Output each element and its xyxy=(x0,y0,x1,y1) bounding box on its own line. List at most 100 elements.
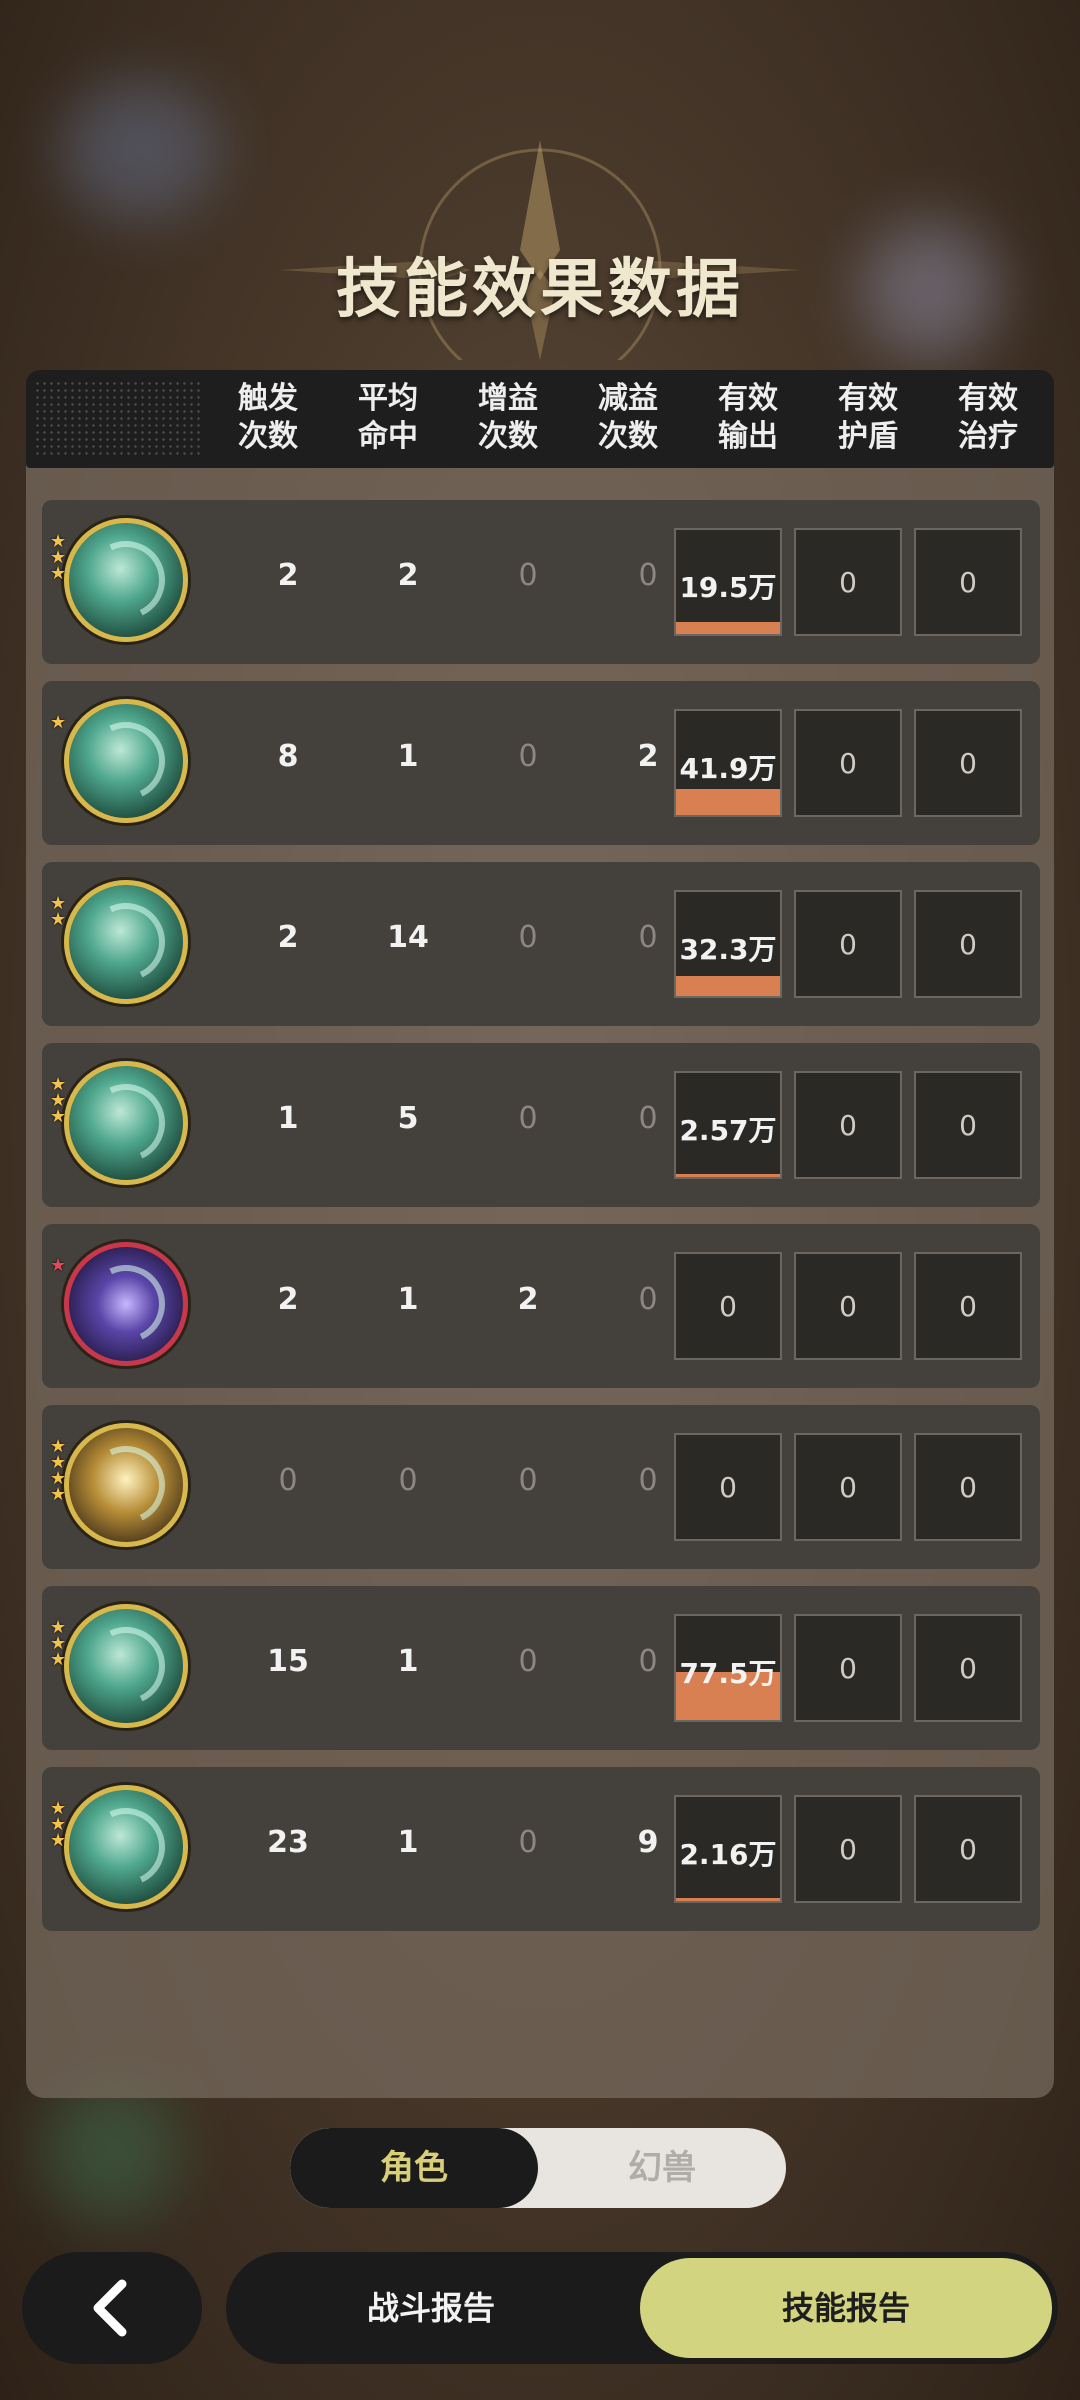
effective-output-value: 2.57万 xyxy=(679,1114,777,1147)
effective-shield-box: 0 xyxy=(794,1795,902,1903)
effective-heal-box: 0 xyxy=(914,1795,1022,1903)
toggle-role[interactable]: 角色 xyxy=(290,2128,538,2208)
buff-count-value: 2 xyxy=(517,1282,539,1317)
trigger-count-value: 15 xyxy=(267,1644,309,1679)
skill-stars: ★ ★ ★ xyxy=(50,1076,72,1127)
output-bar xyxy=(676,789,780,815)
effective-output-box: 32.3万 xyxy=(674,890,782,998)
tab-battle-report[interactable]: 战斗报告 xyxy=(226,2252,636,2364)
table-row: ★ ★ ★ ★ 0 0 0 0 0 0 0 xyxy=(42,1405,1040,1569)
tab-skill-report[interactable]: 技能报告 xyxy=(640,2258,1052,2358)
average-hit-value: 0 xyxy=(398,1463,418,1498)
trigger-count-value: 23 xyxy=(267,1825,309,1860)
average-hit-value: 1 xyxy=(397,739,419,774)
arcane-clock-skill-icon[interactable] xyxy=(64,1242,188,1366)
icon-art xyxy=(76,1254,176,1354)
wind-orb-skill-icon[interactable] xyxy=(64,1061,188,1185)
effective-shield-value: 0 xyxy=(839,1471,857,1504)
buff-count-value: 0 xyxy=(518,920,538,955)
background-blur xyxy=(40,2080,180,2220)
table-row: ★ ★ ★ 1 5 0 0 2.57万 0 0 xyxy=(42,1043,1040,1207)
effective-output-value: 2.16万 xyxy=(679,1838,777,1871)
icon-art xyxy=(76,1797,176,1897)
star-icon: ★ xyxy=(50,1830,67,1851)
effective-output-box: 2.57万 xyxy=(674,1071,782,1179)
effective-heal-box: 0 xyxy=(914,1433,1022,1541)
effective-output-box: 0 xyxy=(674,1252,782,1360)
effective-shield-value: 0 xyxy=(839,1109,857,1142)
wind-vortex-skill-icon[interactable] xyxy=(64,699,188,823)
effective-output-value: 77.5万 xyxy=(679,1657,777,1690)
role-beast-toggle[interactable]: 角色 幻兽 xyxy=(290,2128,786,2208)
effective-shield-value: 0 xyxy=(839,928,857,961)
average-hit-value: 1 xyxy=(397,1825,419,1860)
column-header-effective-output: 有效 输出 xyxy=(718,381,778,454)
skill-stars: ★ xyxy=(50,1255,72,1276)
average-hit-value: 2 xyxy=(397,558,419,593)
trigger-count-value: 2 xyxy=(277,920,299,955)
toggle-beast[interactable]: 幻兽 xyxy=(538,2128,786,2208)
buff-count-value: 0 xyxy=(518,1644,538,1679)
output-bar xyxy=(676,1174,780,1177)
column-header-effective-shield: 有效 护盾 xyxy=(838,381,898,454)
effective-heal-box: 0 xyxy=(914,709,1022,817)
trigger-count-value: 2 xyxy=(277,558,299,593)
effective-shield-value: 0 xyxy=(839,1833,857,1866)
header-pattern xyxy=(34,380,204,458)
table-row: ★ ★ ★ 2 2 0 0 19.5万 0 0 xyxy=(42,500,1040,664)
star-icon: ★ xyxy=(50,1649,67,1670)
column-header-effective-heal: 有效 治疗 xyxy=(958,381,1018,454)
effective-heal-value: 0 xyxy=(959,1833,977,1866)
table-row: ★ 2 1 2 0 0 0 0 xyxy=(42,1224,1040,1388)
star-icon: ★ xyxy=(50,1484,67,1505)
effective-shield-value: 0 xyxy=(839,1652,857,1685)
skill-stars: ★ xyxy=(50,712,72,733)
star-icon: ★ xyxy=(50,1106,67,1127)
effective-heal-box: 0 xyxy=(914,1252,1022,1360)
effective-shield-box: 0 xyxy=(794,890,902,998)
effective-heal-value: 0 xyxy=(959,928,977,961)
trigger-count-value: 8 xyxy=(277,739,299,774)
column-header-average-hit: 平均 命中 xyxy=(358,381,418,454)
effective-heal-value: 0 xyxy=(959,1109,977,1142)
effective-shield-box: 0 xyxy=(794,1614,902,1722)
buff-count-value: 0 xyxy=(518,739,538,774)
effective-shield-box: 0 xyxy=(794,1433,902,1541)
effective-output-value: 0 xyxy=(719,1290,737,1323)
background-blur xyxy=(60,80,220,220)
icon-art xyxy=(76,1435,176,1535)
page-title: 技能效果数据 xyxy=(336,253,744,327)
effective-output-value: 32.3万 xyxy=(679,933,777,966)
effective-heal-box: 0 xyxy=(914,890,1022,998)
star-icon: ★ xyxy=(50,563,67,584)
effective-heal-box: 0 xyxy=(914,528,1022,636)
column-header-trigger-count: 触发 次数 xyxy=(238,381,298,454)
effective-heal-box: 0 xyxy=(914,1614,1022,1722)
output-bar xyxy=(676,1898,780,1901)
swirl-skill-icon[interactable] xyxy=(64,518,188,642)
effective-heal-value: 0 xyxy=(959,1290,977,1323)
effective-output-value: 41.9万 xyxy=(679,752,777,785)
ice-shards-skill-icon[interactable] xyxy=(64,1785,188,1909)
buff-count-value: 0 xyxy=(518,1463,538,1498)
jade-cloud-skill-icon[interactable] xyxy=(64,1604,188,1728)
effective-heal-value: 0 xyxy=(959,1652,977,1685)
icon-art xyxy=(76,1616,176,1716)
back-button[interactable] xyxy=(22,2252,202,2364)
average-hit-value: 5 xyxy=(397,1101,419,1136)
golden-arrows-skill-icon[interactable] xyxy=(64,1423,188,1547)
column-header-debuff-count: 减益 次数 xyxy=(598,381,658,454)
star-icon: ★ xyxy=(50,712,67,733)
icon-art xyxy=(76,892,176,992)
table-row: ★ ★ 2 14 0 0 32.3万 0 0 xyxy=(42,862,1040,1026)
icon-art xyxy=(76,1073,176,1173)
effective-shield-value: 0 xyxy=(839,1290,857,1323)
average-hit-value: 1 xyxy=(397,1282,419,1317)
column-header-buff-count: 增益 次数 xyxy=(478,381,538,454)
effective-output-box: 19.5万 xyxy=(674,528,782,636)
trigger-count-value: 2 xyxy=(277,1282,299,1317)
output-bar xyxy=(676,976,780,996)
star-icon: ★ xyxy=(50,1255,67,1276)
effective-output-value: 19.5万 xyxy=(679,571,777,604)
leaf-slash-skill-icon[interactable] xyxy=(64,880,188,1004)
